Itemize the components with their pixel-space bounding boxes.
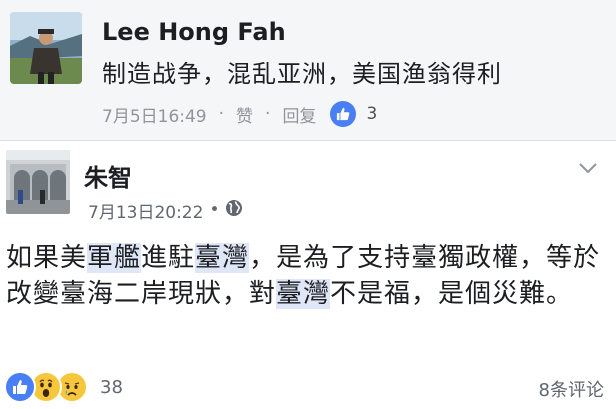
comment-card: Lee Hong Fah 制造战争，混乱亚洲，美国渔翁得利 7月5日16:49 … <box>0 0 616 141</box>
reaction-count: 38 <box>100 376 123 398</box>
comment-reply-link[interactable]: 回复 <box>282 102 316 127</box>
commenter-avatar[interactable] <box>10 12 82 84</box>
comment-timestamp[interactable]: 7月5日16:49 <box>102 102 207 127</box>
comment-text: 制造战争，混乱亚洲，美国渔翁得利 <box>102 60 502 88</box>
post-text-segment: 如果美 <box>6 243 88 273</box>
post-timestamp[interactable]: 7月13日20:22 <box>88 198 203 223</box>
reactions-summary[interactable]: 38 <box>4 371 123 403</box>
poster-name[interactable]: 朱智 <box>84 158 132 193</box>
comment-like-count[interactable]: 3 <box>366 104 377 124</box>
comments-count-link[interactable]: 8条评论 <box>539 376 604 402</box>
comment-like-link[interactable]: 赞 <box>236 102 253 127</box>
globe-icon <box>225 199 243 222</box>
separator: • <box>209 200 220 220</box>
separator: · <box>218 104 225 124</box>
thumbs-up-icon <box>330 101 357 127</box>
post-text-segment: 進駐 <box>141 243 196 273</box>
commenter-name[interactable]: Lee Hong Fah <box>102 18 286 46</box>
post-text-segment: 不是福，是個災難。 <box>330 279 574 309</box>
comment-meta: 7月5日16:49 · 赞 · 回复 3 <box>102 100 377 128</box>
hashtag-link[interactable]: 臺灣 <box>195 243 250 273</box>
hashtag-link[interactable]: 軍艦 <box>87 243 142 273</box>
post-meta: 7月13日20:22 • <box>88 198 243 223</box>
post-body: 如果美軍艦進駐臺灣，是為了支持臺獨政權，等於改變臺海二岸現狀，對臺灣不是福，是個… <box>6 240 610 312</box>
separator: · <box>265 104 271 124</box>
poster-avatar[interactable] <box>6 150 70 214</box>
chevron-down-icon[interactable] <box>578 160 598 174</box>
like-icon <box>4 371 36 403</box>
hashtag-link[interactable]: 臺灣 <box>276 279 331 309</box>
